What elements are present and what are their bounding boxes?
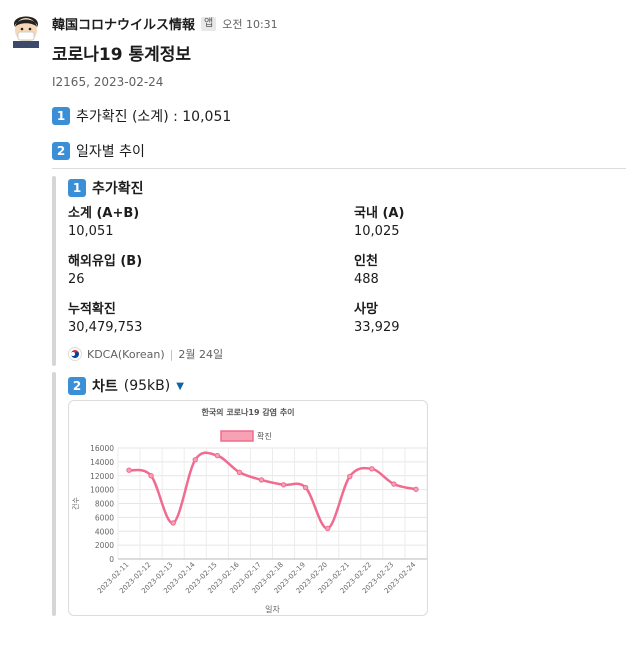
- data-point: [214, 452, 221, 459]
- masked-person-avatar-icon[interactable]: [8, 12, 44, 48]
- attachment-bar: [52, 372, 56, 616]
- summary-text: 추가확진 (소계) : 10,051: [76, 109, 232, 125]
- y-tick-label: 8000: [95, 500, 114, 509]
- data-point: [170, 520, 176, 526]
- chart-title: 한국의 코로나19 감염 추이: [201, 407, 294, 417]
- field-value-imported: 26: [68, 272, 85, 287]
- data-point: [236, 469, 243, 475]
- field-label-imported: 해외유입 (B): [68, 254, 143, 269]
- field-value-subtotal: 10,051: [68, 224, 114, 239]
- sender-name[interactable]: 韓国コロナウイルス情報: [52, 14, 195, 33]
- keycap-two-icon: 2: [52, 142, 70, 160]
- field-label-deaths: 사망: [354, 302, 378, 317]
- korea-flag-icon: [68, 347, 82, 361]
- trend-text: 일자별 추이: [76, 144, 145, 160]
- keycap-one-icon: 1: [68, 179, 86, 197]
- chart-image[interactable]: 한국의 코로나19 감염 추이확진 0 2000 4000 6000 8000 10000 1…: [68, 400, 428, 616]
- legend-swatch: [220, 430, 254, 442]
- footer-date[interactable]: 2월 24일: [178, 346, 223, 362]
- data-point: [126, 467, 132, 473]
- attachment-title-chart[interactable]: 2 차트 (95kB) ▼: [68, 376, 184, 396]
- y-tick-label: 12000: [90, 472, 114, 481]
- y-tick-label: 6000: [95, 513, 114, 522]
- data-point: [324, 525, 331, 532]
- data-point: [347, 473, 353, 480]
- message-title: 코로나19 통계정보: [52, 45, 192, 65]
- y-tick-label: 0: [109, 555, 114, 564]
- field-label-incheon: 인천: [354, 254, 378, 269]
- field-value-deaths: 33,929: [354, 320, 400, 335]
- footer-separator: |: [169, 347, 174, 361]
- data-point: [258, 477, 265, 483]
- trend-line: 2 일자별 추이: [52, 141, 145, 161]
- y-tick-label: 14000: [90, 458, 114, 467]
- caret-down-icon[interactable]: ▼: [176, 381, 184, 392]
- data-point: [369, 466, 375, 472]
- data-point: [280, 482, 287, 488]
- y-tick-label: 16000: [90, 444, 114, 453]
- divider: [52, 168, 626, 169]
- y-tick-label: 10000: [90, 486, 114, 495]
- field-label-subtotal: 소계 (A+B): [68, 206, 140, 221]
- y-tick-label: 4000: [95, 527, 114, 536]
- attachment-title-text: 추가확진: [92, 181, 144, 197]
- field-label-cumulative: 누적확진: [68, 302, 116, 317]
- attachment-title-confirmed: 1 추가확진: [68, 178, 144, 198]
- data-point: [302, 484, 309, 491]
- data-point: [413, 486, 419, 492]
- y-tick-label: 2000: [95, 541, 114, 550]
- line-chart: 한국의 코로나19 감염 추이확진 0 2000 4000 6000 8000 10000 1…: [71, 407, 427, 614]
- keycap-two-icon: 2: [68, 377, 86, 395]
- x-axis-label: 일자: [265, 605, 280, 614]
- footer-source[interactable]: KDCA(Korean): [87, 348, 165, 361]
- attachment-bar: [52, 176, 56, 366]
- message-subline: I2165, 2023-02-24: [52, 75, 164, 89]
- data-point: [391, 481, 397, 487]
- data-point: [192, 457, 198, 463]
- field-label-domestic: 국내 (A): [354, 206, 405, 221]
- chart-title-label: 차트: [92, 379, 118, 395]
- summary-line: 1 추가확진 (소계) : 10,051: [52, 106, 231, 126]
- field-value-domestic: 10,025: [354, 224, 400, 239]
- field-value-incheon: 488: [354, 272, 379, 287]
- data-point: [148, 473, 154, 479]
- timestamp[interactable]: 오전 10:31: [222, 16, 277, 32]
- app-badge: 앱: [201, 16, 217, 31]
- field-value-cumulative: 30,479,753: [68, 320, 143, 335]
- y-axis-label: 건수: [71, 497, 80, 510]
- legend-label: 확진: [257, 431, 272, 441]
- keycap-one-icon: 1: [52, 107, 70, 125]
- attachment-footer: KDCA(Korean) | 2월 24일: [68, 346, 223, 362]
- file-size: (95kB): [123, 378, 171, 394]
